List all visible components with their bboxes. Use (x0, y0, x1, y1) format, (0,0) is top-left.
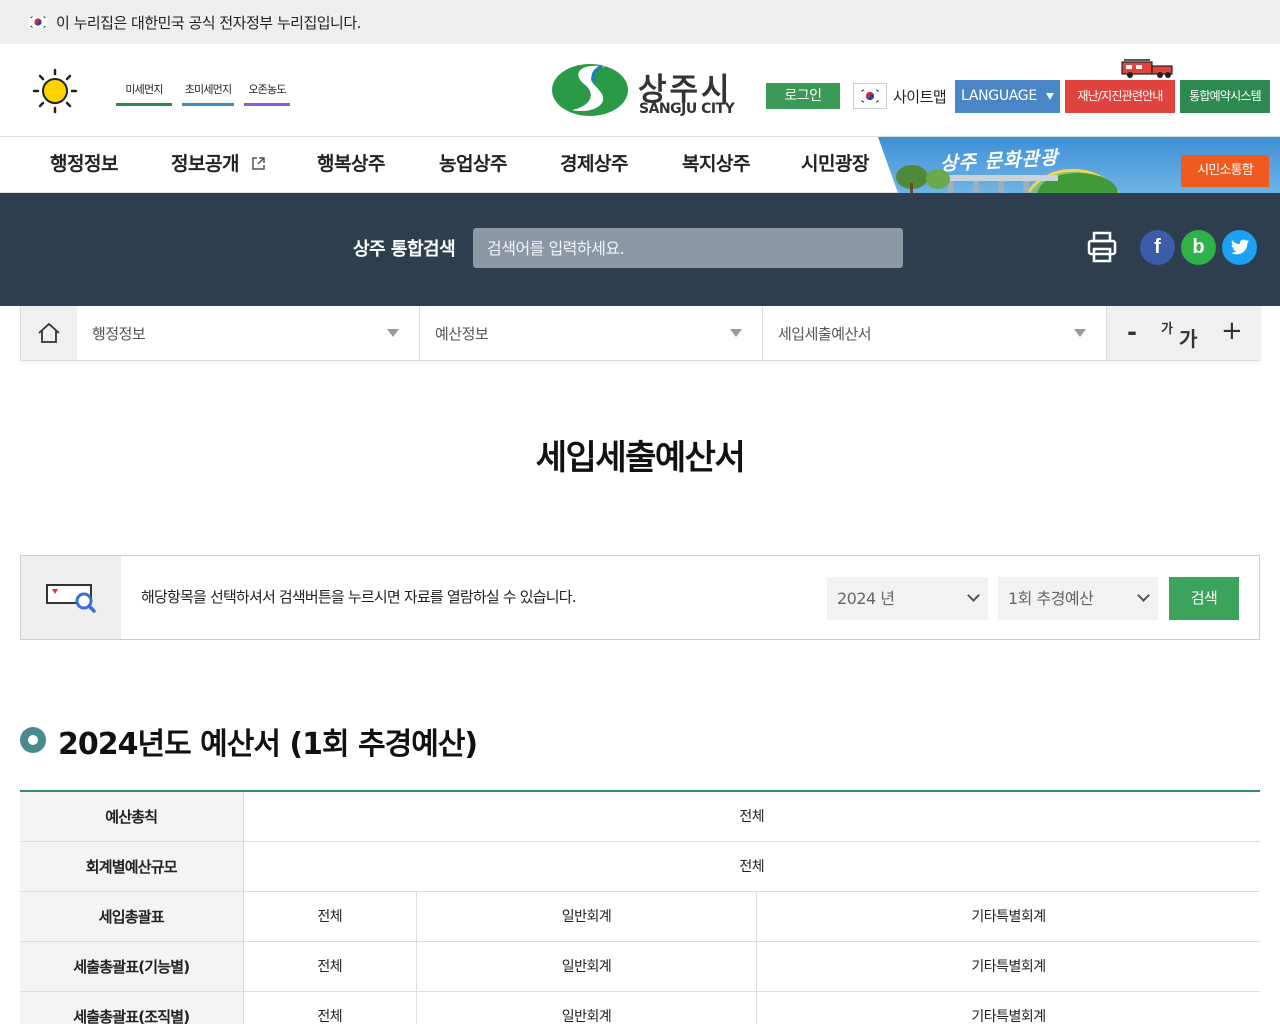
chevron-down-icon (1137, 589, 1150, 602)
year-select[interactable]: 2024 년 (827, 577, 988, 620)
table-cell-link[interactable]: 전체 (243, 891, 417, 942)
fine-dust-link[interactable]: 미세먼지 (116, 81, 172, 106)
search-document-icon (21, 556, 121, 639)
table-cell-link[interactable]: 일반회계 (416, 991, 758, 1024)
font-size-control: - 가 가 + (1107, 306, 1261, 360)
budget-filter: 해당항목을 선택하셔서 검색버튼을 누르시면 자료를 열람하실 수 있습니다. … (20, 555, 1260, 640)
font-increase-button[interactable]: + (1221, 316, 1243, 346)
nav-item-economy[interactable]: 경제상주 (560, 137, 628, 192)
language-button[interactable]: LANGUAGE (955, 80, 1060, 113)
home-icon[interactable] (21, 306, 77, 360)
row-header: 세출총괄표(기능별) (20, 941, 244, 992)
font-large-label: 가 (1179, 327, 1198, 351)
breadcrumb: 행정정보 예산정보 세입세출예산서 - 가 가 + (20, 306, 1261, 361)
breadcrumb-level-1[interactable]: 행정정보 (77, 306, 420, 360)
nav-item-agriculture[interactable]: 농업상주 (439, 137, 507, 192)
row-header: 세출총괄표(조직별) (20, 991, 244, 1024)
gov-banner: 이 누리집은 대한민국 공식 전자정부 누리집입니다. (0, 0, 1280, 44)
table-cell-link[interactable]: 일반회계 (416, 891, 758, 942)
external-link-icon (252, 157, 265, 170)
nav-item-citizen-square[interactable]: 시민광장 (801, 137, 869, 192)
ultrafine-dust-link[interactable]: 초미세먼지 (182, 81, 234, 106)
round-select[interactable]: 1회 추경예산 (998, 577, 1158, 620)
fire-truck-icon (1120, 58, 1176, 80)
table-cell-link[interactable]: 일반회계 (416, 941, 758, 992)
breadcrumb-level-3-label: 세입세출예산서 (778, 325, 872, 343)
table-row: 세입총괄표 전체 일반회계 기타특별회계 (20, 891, 1260, 942)
nav-item-happy-sangju[interactable]: 행복상주 (317, 137, 385, 192)
search-label: 상주 통합검색 (353, 239, 456, 260)
logo-english: SANGJU CITY (639, 101, 735, 117)
print-icon[interactable] (1084, 229, 1120, 265)
header: 미세먼지 초미세먼지 오존농도 상주시 SANGJU CITY 로그인 사이트맵… (0, 44, 1280, 136)
table-cell-link[interactable]: 전체 (243, 791, 1260, 842)
font-decrease-button[interactable]: - (1127, 318, 1137, 346)
sitemap-link[interactable]: 사이트맵 (853, 81, 947, 111)
font-small-label: 가 (1161, 322, 1173, 337)
table-row: 회계별예산규모 전체 (20, 841, 1260, 892)
disaster-info-button[interactable]: 재난/지진관련안내 (1065, 80, 1175, 113)
chevron-down-icon (967, 589, 980, 602)
chevron-down-icon (1074, 329, 1086, 337)
table-cell-link[interactable]: 기타특별회계 (756, 891, 1260, 942)
table-cell-link[interactable]: 기타특별회계 (756, 991, 1260, 1024)
year-select-value: 2024 년 (837, 589, 895, 608)
main-nav: 행정정보 정보공개 행복상주 농업상주 경제상주 복지상주 시민광장 상주 문화… (0, 136, 1280, 193)
breadcrumb-level-2-label: 예산정보 (435, 325, 489, 343)
search-button[interactable]: 검색 (1169, 577, 1239, 620)
sitemap-label: 사이트맵 (893, 87, 947, 106)
table-cell-link[interactable]: 전체 (243, 841, 1260, 892)
table-row: 예산총칙 전체 (20, 791, 1260, 842)
table-cell-link[interactable]: 전체 (243, 991, 417, 1024)
citizen-communication-button[interactable]: 시민소통함 (1181, 155, 1269, 187)
nav-item-info-disclosure[interactable]: 정보공개 (171, 137, 266, 192)
dropdown-arrow-icon (1046, 93, 1054, 100)
korea-flag-icon (853, 83, 887, 109)
reservation-system-button[interactable]: 통합예약시스템 (1180, 80, 1270, 113)
facebook-icon[interactable]: f (1140, 230, 1175, 265)
chevron-down-icon (387, 329, 399, 337)
breadcrumb-level-3[interactable]: 세입세출예산서 (763, 306, 1107, 360)
search-input[interactable] (473, 228, 903, 268)
section-title: 2024년도 예산서 (1회 추경예산) (58, 727, 478, 762)
nav-item-label: 정보공개 (171, 153, 239, 175)
nav-item-admin-info[interactable]: 행정정보 (50, 137, 118, 192)
twitter-icon[interactable] (1222, 230, 1257, 265)
table-row: 세출총괄표(조직별) 전체 일반회계 기타특별회계 (20, 991, 1260, 1024)
breadcrumb-level-1-label: 행정정보 (92, 325, 146, 343)
ozone-link[interactable]: 오존농도 (244, 81, 290, 106)
section-bullet-icon (20, 727, 46, 753)
sangju-logo[interactable]: 상주시 SANGJU CITY (550, 60, 740, 120)
filter-instruction: 해당항목을 선택하셔서 검색버튼을 누르시면 자료를 열람하실 수 있습니다. (141, 588, 577, 606)
row-header: 예산총칙 (20, 791, 244, 842)
sangju-logo-mark-icon (552, 64, 628, 116)
korea-flag-icon (27, 14, 49, 30)
nav-item-welfare[interactable]: 복지상주 (682, 137, 750, 192)
round-select-value: 1회 추경예산 (1008, 589, 1094, 608)
row-header: 세입총괄표 (20, 891, 244, 942)
breadcrumb-level-2[interactable]: 예산정보 (420, 306, 763, 360)
chevron-down-icon (730, 329, 742, 337)
language-label: LANGUAGE (961, 88, 1037, 104)
page-title: 세입세출예산서 (535, 438, 746, 478)
table-row: 세출총괄표(기능별) 전체 일반회계 기타특별회계 (20, 941, 1260, 992)
blog-icon[interactable]: b (1181, 230, 1216, 265)
gov-banner-text: 이 누리집은 대한민국 공식 전자정부 누리집입니다. (56, 13, 361, 32)
budget-table: 예산총칙 전체 회계별예산규모 전체 세입총괄표 전체 일반회계 기타특별회계 … (20, 790, 1260, 1024)
air-quality-links: 미세먼지 초미세먼지 오존농도 (116, 81, 290, 106)
table-cell-link[interactable]: 전체 (243, 941, 417, 992)
table-cell-link[interactable]: 기타특별회계 (756, 941, 1260, 992)
login-button[interactable]: 로그인 (766, 83, 840, 109)
sun-icon (32, 68, 78, 114)
search-band: 상주 통합검색 f b (0, 193, 1280, 306)
row-header: 회계별예산규모 (20, 841, 244, 892)
